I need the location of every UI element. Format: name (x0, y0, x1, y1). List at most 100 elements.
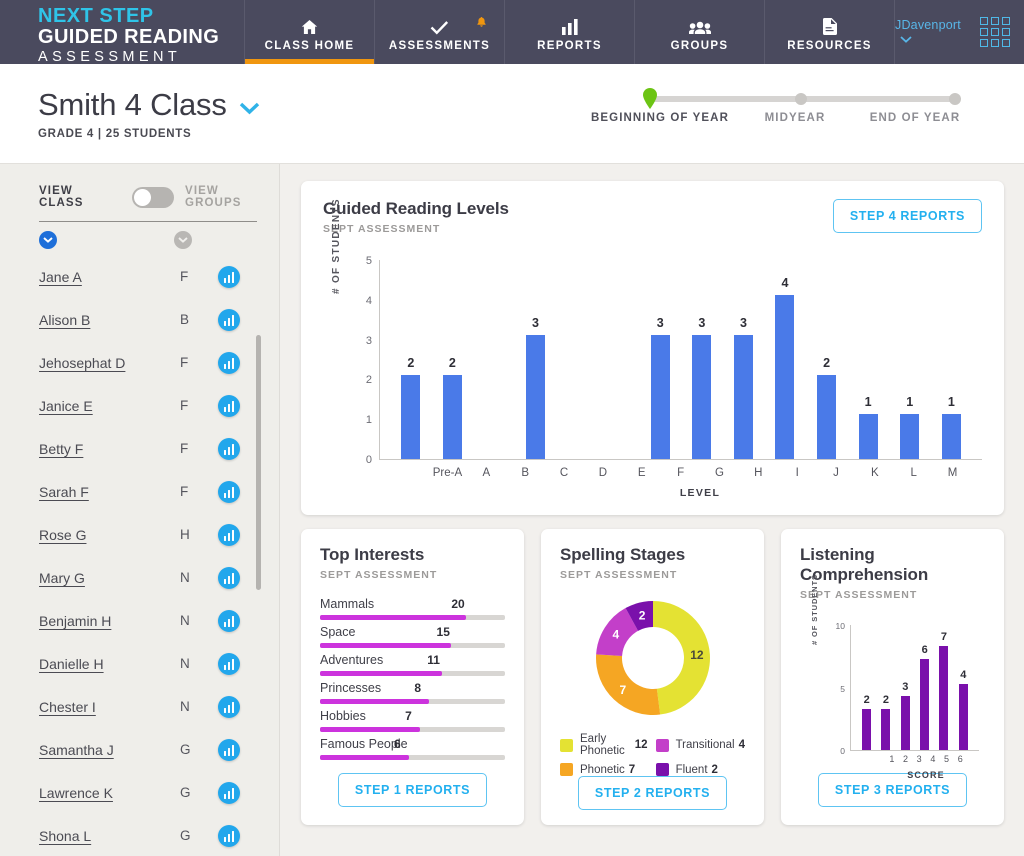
chart-bar-column[interactable]: 1 (931, 260, 973, 459)
donut-slice[interactable] (596, 654, 660, 715)
student-name-link[interactable]: Benjamin H (39, 613, 180, 629)
timeline-label-beginning[interactable]: BEGINNING OF YEAR (580, 112, 740, 124)
assessment-period-timeline[interactable]: BEGINNING OF YEAR MIDYEAR END OF YEAR (580, 88, 980, 124)
bar[interactable] (651, 335, 670, 459)
legend-item[interactable]: Early Phonetic12 (560, 733, 648, 757)
bar[interactable] (775, 295, 794, 459)
student-report-chart-icon[interactable] (218, 739, 240, 761)
bar[interactable] (939, 646, 948, 750)
student-report-chart-icon[interactable] (218, 309, 240, 331)
student-report-chart-icon[interactable] (218, 653, 240, 675)
student-name-link[interactable]: Jehosephat D (39, 355, 180, 371)
view-groups-label[interactable]: VIEW GROUPS (185, 185, 279, 209)
step-4-reports-button[interactable]: STEP 4 REPORTS (833, 199, 982, 233)
student-report-chart-icon[interactable] (218, 395, 240, 417)
bar[interactable] (692, 335, 711, 459)
bar[interactable] (526, 335, 545, 459)
student-row[interactable]: Betty FF (0, 427, 279, 470)
nav-item-reports[interactable]: REPORTS (504, 0, 634, 64)
chart-bar-column[interactable] (473, 260, 515, 459)
student-row[interactable]: Janice EF (0, 384, 279, 427)
nav-item-resources[interactable]: RESOURCES (764, 0, 894, 64)
bar[interactable] (401, 375, 420, 459)
chart-bar-column[interactable] (556, 260, 598, 459)
student-report-chart-icon[interactable] (218, 696, 240, 718)
chart-bar-column[interactable]: 3 (639, 260, 681, 459)
student-report-chart-icon[interactable] (218, 825, 240, 847)
grid-apps-icon[interactable] (980, 17, 1010, 47)
chart-bar-column[interactable]: 2 (432, 260, 474, 459)
student-name-link[interactable]: Jane A (39, 269, 180, 285)
student-name-link[interactable]: Chester I (39, 699, 180, 715)
chart-bar-column[interactable]: 1 (847, 260, 889, 459)
student-row[interactable]: Benjamin HN (0, 599, 279, 642)
student-row[interactable]: Mary GN (0, 556, 279, 599)
bar[interactable] (817, 375, 836, 459)
bar[interactable] (859, 414, 878, 459)
chart-bar-column[interactable]: 3 (515, 260, 557, 459)
timeline-dot-end-of-year[interactable] (949, 93, 961, 105)
chart-bar-column[interactable]: 4 (954, 625, 973, 750)
student-row[interactable]: Danielle HN (0, 642, 279, 685)
brand-logo[interactable]: NEXT STEP GUIDED READING ASSESSMENT (0, 0, 244, 64)
student-row[interactable]: Samantha JG (0, 728, 279, 771)
student-name-link[interactable]: Danielle H (39, 656, 180, 672)
student-report-chart-icon[interactable] (218, 266, 240, 288)
nav-item-class-home[interactable]: CLASS HOME (244, 0, 374, 64)
chart-bar-column[interactable]: 3 (723, 260, 765, 459)
bar[interactable] (734, 335, 753, 459)
chart-bar-column[interactable]: 2 (390, 260, 432, 459)
sort-by-level-chevron-down-icon[interactable] (174, 231, 192, 249)
sort-by-name-chevron-down-icon[interactable] (39, 231, 57, 249)
student-list[interactable]: Jane AFAlison BBJehosephat DFJanice EFBe… (0, 255, 279, 855)
bar[interactable] (900, 414, 919, 459)
student-name-link[interactable]: Sarah F (39, 484, 180, 500)
student-name-link[interactable]: Rose G (39, 527, 180, 543)
student-name-link[interactable]: Mary G (39, 570, 180, 586)
student-row[interactable]: Jane AF (0, 255, 279, 298)
student-report-chart-icon[interactable] (218, 782, 240, 804)
student-report-chart-icon[interactable] (218, 481, 240, 503)
student-row[interactable]: Chester IN (0, 685, 279, 728)
student-row[interactable]: Rose GH (0, 513, 279, 556)
student-name-link[interactable]: Lawrence K (39, 785, 180, 801)
user-menu-button[interactable]: JDavenport (895, 18, 966, 46)
student-report-chart-icon[interactable] (218, 438, 240, 460)
timeline-label-midyear[interactable]: MIDYEAR (740, 112, 850, 124)
legend-item[interactable]: Transitional4 (656, 733, 745, 757)
chart-bar-column[interactable]: 2 (806, 260, 848, 459)
bar[interactable] (881, 709, 890, 750)
student-name-link[interactable]: Alison B (39, 312, 180, 328)
student-row[interactable]: Jehosephat DF (0, 341, 279, 384)
chart-bar-column[interactable]: 3 (896, 625, 915, 750)
view-mode-toggle[interactable] (132, 187, 174, 208)
student-name-link[interactable]: Samantha J (39, 742, 180, 758)
legend-item[interactable]: Phonetic7 (560, 763, 648, 776)
timeline-label-end[interactable]: END OF YEAR (850, 112, 980, 124)
student-report-chart-icon[interactable] (218, 352, 240, 374)
step-1-reports-button[interactable]: STEP 1 REPORTS (338, 773, 487, 807)
student-row[interactable]: Shona LG (0, 814, 279, 855)
student-row[interactable]: Sarah FF (0, 470, 279, 513)
chart-bar-column[interactable]: 4 (764, 260, 806, 459)
student-name-link[interactable]: Shona L (39, 828, 180, 844)
bar[interactable] (901, 696, 910, 750)
chart-bar-column[interactable] (598, 260, 640, 459)
step-2-reports-button[interactable]: STEP 2 REPORTS (578, 776, 727, 810)
nav-item-assessments[interactable]: ASSESSMENTS (374, 0, 504, 64)
chart-bar-column[interactable]: 1 (889, 260, 931, 459)
timeline-marker-current[interactable] (643, 88, 657, 109)
legend-item[interactable]: Fluent2 (656, 763, 745, 776)
nav-item-groups[interactable]: GROUPS (634, 0, 764, 64)
student-name-link[interactable]: Betty F (39, 441, 180, 457)
bar[interactable] (920, 659, 929, 750)
chart-bar-column[interactable]: 3 (681, 260, 723, 459)
view-class-label[interactable]: VIEW CLASS (39, 185, 121, 209)
student-list-scrollbar[interactable] (256, 335, 261, 590)
chart-bar-column[interactable]: 6 (915, 625, 934, 750)
student-report-chart-icon[interactable] (218, 524, 240, 546)
chart-bar-column[interactable]: 2 (857, 625, 876, 750)
student-row[interactable]: Lawrence KG (0, 771, 279, 814)
student-row[interactable]: Alison BB (0, 298, 279, 341)
chart-bar-column[interactable]: 7 (934, 625, 953, 750)
